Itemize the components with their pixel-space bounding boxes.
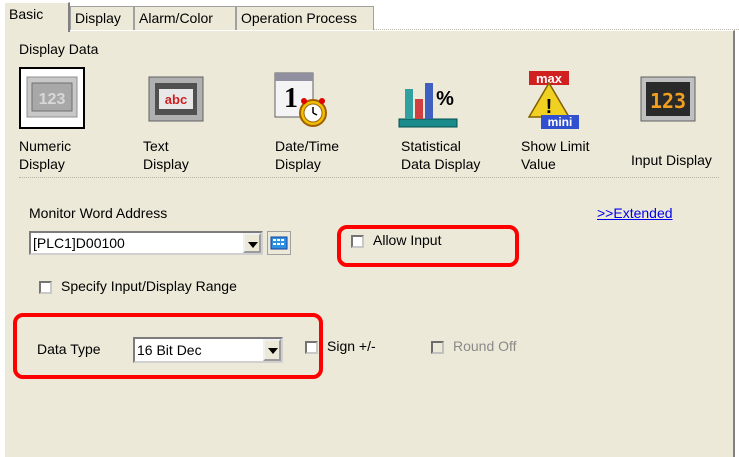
address-input-keypad-button[interactable] bbox=[267, 231, 291, 255]
monitor-address-combo[interactable]: [PLC1]D00100 bbox=[29, 231, 263, 255]
statistical-display-tile[interactable]: % bbox=[395, 69, 461, 131]
statistical-display-icon: % bbox=[398, 83, 458, 128]
text-display-icon: abc bbox=[148, 76, 204, 122]
svg-text:1: 1 bbox=[284, 83, 298, 114]
numeric-display-label: Numeric Display bbox=[19, 138, 72, 172]
tab-basic-label: Basic bbox=[9, 6, 44, 22]
monitor-word-address-label: Monitor Word Address bbox=[29, 205, 168, 221]
show-limit-label: Show Limit Value bbox=[521, 138, 590, 172]
datetime-display-label: Date/Time Display bbox=[275, 138, 340, 172]
svg-text:123: 123 bbox=[650, 89, 686, 113]
input-display-label: Input Display bbox=[631, 152, 712, 168]
text-display-tile[interactable]: abc bbox=[143, 69, 209, 131]
show-limit-icon: max ! mini bbox=[527, 71, 579, 129]
tab-basic[interactable]: Basic bbox=[4, 2, 70, 32]
numeric-display-icon: 123 bbox=[26, 76, 78, 118]
datetime-display-icon: 1 bbox=[274, 72, 327, 127]
tab-display[interactable]: Display bbox=[70, 6, 134, 30]
svg-text:mini: mini bbox=[548, 115, 573, 129]
tab-operation-process-label: Operation Process bbox=[241, 10, 357, 26]
keypad-icon bbox=[270, 236, 288, 250]
monitor-address-dropdown-button[interactable] bbox=[243, 233, 261, 253]
svg-text:abc: abc bbox=[165, 92, 187, 107]
text-display-label: Text Display bbox=[143, 138, 189, 172]
monitor-address-value: [PLC1]D00100 bbox=[33, 235, 125, 251]
specify-range-checkbox[interactable] bbox=[39, 281, 52, 294]
display-data-label: Display Data bbox=[19, 41, 99, 57]
allow-input-highlight bbox=[337, 225, 519, 267]
tab-bar: Basic Display Alarm/Color Operation Proc… bbox=[0, 0, 739, 32]
tab-alarm-color-label: Alarm/Color bbox=[139, 10, 213, 26]
data-type-highlight bbox=[13, 313, 323, 379]
specify-range-label: Specify Input/Display Range bbox=[61, 278, 237, 294]
sign-label: Sign +/- bbox=[327, 338, 376, 354]
show-limit-tile[interactable]: max ! mini bbox=[517, 69, 583, 131]
extended-link[interactable]: >>Extended bbox=[597, 205, 673, 221]
numeric-display-tile[interactable]: 123 bbox=[19, 67, 85, 129]
input-display-icon: 123 bbox=[640, 76, 696, 122]
svg-text:123: 123 bbox=[39, 91, 66, 108]
svg-text:%: % bbox=[436, 88, 454, 110]
tab-operation-process[interactable]: Operation Process bbox=[236, 6, 374, 30]
statistical-display-label: Statistical Data Display bbox=[401, 138, 481, 172]
section-divider bbox=[19, 177, 719, 178]
tab-alarm-color[interactable]: Alarm/Color bbox=[134, 6, 236, 30]
tab-display-label: Display bbox=[75, 10, 121, 26]
basic-panel: Display Data 123 Numeric Display abc Text… bbox=[4, 30, 735, 457]
round-off-checkbox[interactable] bbox=[431, 341, 444, 354]
datetime-display-tile[interactable]: 1 bbox=[267, 69, 333, 131]
round-off-label: Round Off bbox=[453, 338, 517, 354]
input-display-tile[interactable]: 123 bbox=[635, 69, 701, 131]
